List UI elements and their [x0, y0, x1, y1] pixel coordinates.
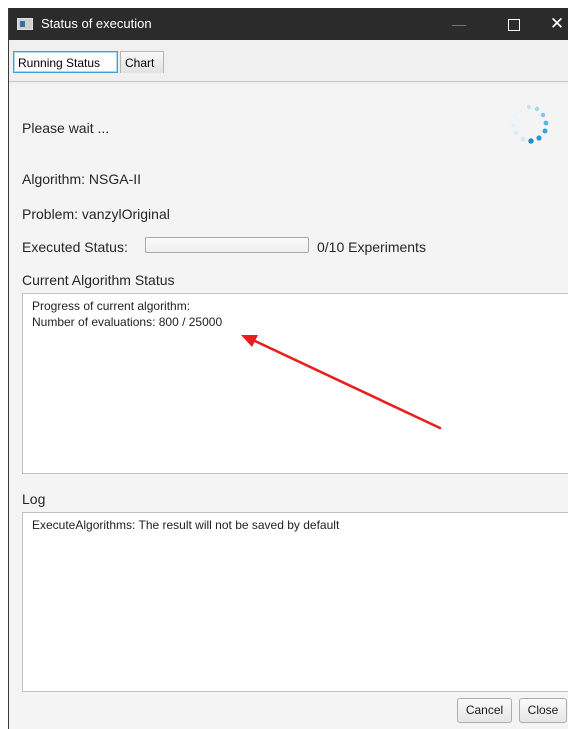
spinner-dot — [526, 104, 532, 110]
log-line: ExecuteAlgorithms: The result will not b… — [32, 518, 340, 532]
maximize-button[interactable] — [494, 8, 534, 40]
spinner-dot — [528, 138, 534, 144]
status-line: Number of evaluations: 800 / 25000 — [32, 315, 223, 329]
spinner-dot — [543, 120, 549, 126]
spinner-dot — [510, 122, 516, 128]
spinner-dot — [540, 112, 546, 118]
executed-progress-bar — [145, 237, 309, 253]
title-bar[interactable]: Status of execution — ✕ — [9, 8, 568, 40]
window-title: Status of execution — [41, 16, 152, 31]
cancel-button[interactable]: Cancel — [457, 698, 512, 723]
tab-chart[interactable]: Chart — [120, 51, 164, 73]
status-line: Progress of current algorithm: — [32, 299, 191, 313]
spinner-dot — [513, 114, 517, 118]
maximize-icon — [508, 19, 520, 31]
minimize-button[interactable]: — — [439, 8, 479, 40]
spinner-dot — [513, 130, 519, 136]
problem-label: Problem: vanzylOriginal — [22, 206, 170, 222]
wait-message: Please wait ... — [22, 120, 110, 136]
current-status-textarea[interactable]: Progress of current algorithm: Number of… — [22, 293, 568, 474]
current-algorithm-status-label: Current Algorithm Status — [22, 272, 175, 288]
tab-running-status[interactable]: Running Status — [13, 51, 118, 73]
spinner-dot — [542, 128, 548, 134]
app-icon — [17, 18, 33, 30]
close-window-button[interactable]: ✕ — [537, 8, 568, 40]
experiments-count: 0/10 Experiments — [317, 239, 426, 255]
spinner-dot — [534, 106, 540, 112]
log-label: Log — [22, 491, 46, 507]
tab-divider — [9, 81, 568, 82]
log-textarea[interactable]: ExecuteAlgorithms: The result will not b… — [22, 512, 568, 692]
close-button[interactable]: Close — [519, 698, 567, 723]
spinner-dot — [536, 135, 542, 141]
algorithm-label: Algorithm: NSGA-II — [22, 171, 142, 187]
loading-spinner-icon — [510, 104, 549, 144]
spinner-dot — [520, 136, 526, 142]
executed-status-label: Executed Status: — [22, 239, 128, 255]
status-window: Status of execution — ✕ Running Status C… — [8, 8, 568, 729]
spinner-dot — [519, 108, 523, 112]
tab-bar: Running Status Chart — [9, 40, 568, 84]
